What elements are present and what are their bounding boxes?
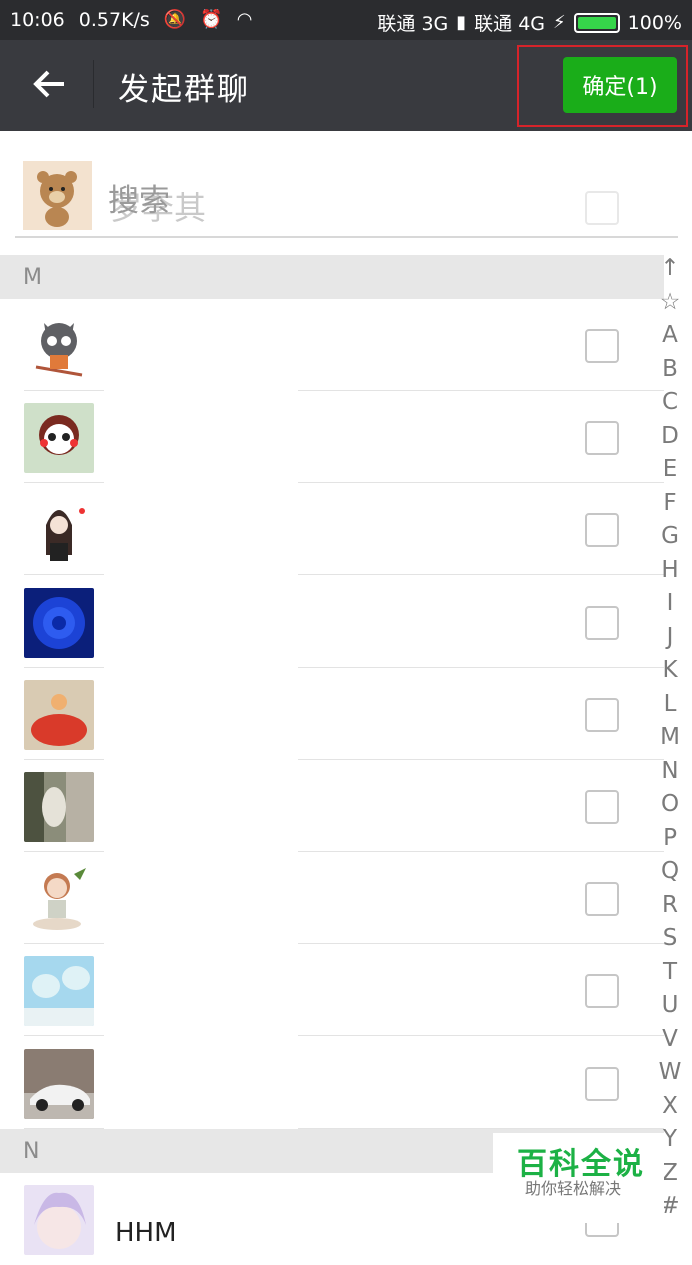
wifi-icon: ◠ bbox=[236, 9, 253, 30]
blue-rose-avatar bbox=[24, 587, 94, 658]
index-letter[interactable]: F bbox=[654, 487, 686, 521]
index-letter[interactable]: C bbox=[654, 386, 686, 420]
index-letter[interactable]: N bbox=[654, 755, 686, 789]
search-checkbox bbox=[585, 191, 619, 225]
tree-photo-avatar bbox=[24, 772, 94, 842]
status-time: 10:06 bbox=[10, 9, 65, 31]
index-letter[interactable]: E bbox=[654, 453, 686, 487]
contact-row[interactable] bbox=[0, 299, 664, 391]
contact-checkbox[interactable] bbox=[585, 513, 619, 548]
back-arrow-icon[interactable] bbox=[30, 64, 70, 104]
contact-checkbox[interactable] bbox=[585, 605, 619, 640]
section-header-m: M bbox=[0, 255, 664, 299]
mute-icon: 🔕 bbox=[163, 9, 187, 30]
yoga-girl-avatar bbox=[24, 864, 94, 935]
index-letter[interactable]: K bbox=[654, 654, 686, 688]
status-carrier1: 联通 3G bbox=[377, 13, 449, 35]
search-input[interactable]: 搜索 bbox=[108, 175, 170, 220]
battery-icon bbox=[573, 12, 620, 33]
contact-name: HHM bbox=[115, 1218, 177, 1248]
status-carrier2: 联通 4G bbox=[474, 13, 546, 35]
cartoon-wolf-avatar bbox=[24, 311, 94, 381]
contact-checkbox[interactable] bbox=[585, 421, 619, 456]
index-letter[interactable]: L bbox=[654, 688, 686, 722]
search-row[interactable]: 罗李其 搜索 bbox=[0, 131, 692, 255]
charging-icon: ⚡ bbox=[553, 12, 566, 33]
index-letter[interactable]: O bbox=[654, 788, 686, 822]
index-letter[interactable]: H bbox=[654, 554, 686, 588]
status-bar: 10:06 0.57K/s 🔕 ⏰ ◠ 联通 3G ▮ 联通 4G ⚡ 100% bbox=[0, 0, 692, 40]
title-divider bbox=[93, 60, 94, 108]
index-letter[interactable]: R bbox=[654, 889, 686, 923]
section-letter: N bbox=[23, 1139, 40, 1164]
search-underline bbox=[15, 236, 678, 238]
selected-bear-avatar[interactable] bbox=[23, 161, 92, 230]
contact-row[interactable] bbox=[0, 944, 664, 1037]
index-letter[interactable]: X bbox=[654, 1090, 686, 1124]
status-speed: 0.57K/s bbox=[78, 9, 150, 31]
red-dress-avatar bbox=[24, 679, 94, 750]
index-letter[interactable]: T bbox=[654, 956, 686, 990]
index-letter[interactable]: G bbox=[654, 520, 686, 554]
white-car-avatar bbox=[24, 1048, 94, 1119]
index-letter[interactable]: A bbox=[654, 319, 686, 353]
contact-checkbox[interactable] bbox=[585, 790, 619, 824]
page-title: 发起群聊 bbox=[118, 72, 250, 108]
contact-checkbox[interactable] bbox=[585, 697, 619, 732]
alphabet-index[interactable]: ↑ ☆ A B C D E F G H I J K L M N O P Q R S T U V W X Y Z # bbox=[654, 252, 686, 1232]
anime-girl-avatar bbox=[24, 1185, 94, 1255]
watermark-logo: 百科全说 助你轻松解决 bbox=[493, 1133, 664, 1223]
contact-row[interactable] bbox=[0, 852, 664, 945]
status-battery: 100% bbox=[627, 11, 682, 34]
title-bar: 发起群聊 确定(1) bbox=[0, 40, 692, 131]
girl-sketch-avatar bbox=[24, 495, 94, 566]
index-letter[interactable]: ☆ bbox=[654, 286, 686, 320]
contact-row[interactable] bbox=[0, 391, 664, 484]
index-letter[interactable]: Q bbox=[654, 855, 686, 889]
index-letter[interactable]: S bbox=[654, 922, 686, 956]
contact-checkbox[interactable] bbox=[585, 1066, 619, 1101]
contact-row[interactable] bbox=[0, 760, 664, 852]
index-letter[interactable]: B bbox=[654, 353, 686, 387]
index-letter[interactable]: D bbox=[654, 420, 686, 454]
index-letter[interactable]: ↑ bbox=[654, 252, 686, 286]
confirm-highlight: 确定(1) bbox=[517, 45, 688, 127]
contact-row[interactable] bbox=[0, 1037, 664, 1129]
index-letter[interactable]: J bbox=[654, 621, 686, 655]
contact-row[interactable] bbox=[0, 668, 664, 760]
index-letter[interactable]: V bbox=[654, 1023, 686, 1057]
index-letter[interactable]: M bbox=[654, 721, 686, 755]
watermark-subtitle: 助你轻松解决 bbox=[525, 1179, 622, 1198]
contact-row[interactable] bbox=[0, 483, 664, 576]
contact-row[interactable] bbox=[0, 576, 664, 668]
signal-icon: ▮ bbox=[456, 12, 467, 33]
index-letter[interactable]: W bbox=[654, 1056, 686, 1090]
contact-checkbox[interactable] bbox=[585, 329, 619, 363]
section-letter: M bbox=[23, 265, 42, 290]
confirm-button[interactable]: 确定(1) bbox=[563, 57, 677, 113]
sky-cartoon-avatar bbox=[24, 956, 94, 1027]
contact-checkbox[interactable] bbox=[585, 974, 619, 1009]
index-letter[interactable]: P bbox=[654, 822, 686, 856]
cartoon-monkey-avatar bbox=[24, 403, 94, 474]
index-letter[interactable]: U bbox=[654, 989, 686, 1023]
contact-checkbox[interactable] bbox=[585, 882, 619, 917]
alarm-icon: ⏰ bbox=[200, 9, 223, 30]
index-letter[interactable]: I bbox=[654, 587, 686, 621]
